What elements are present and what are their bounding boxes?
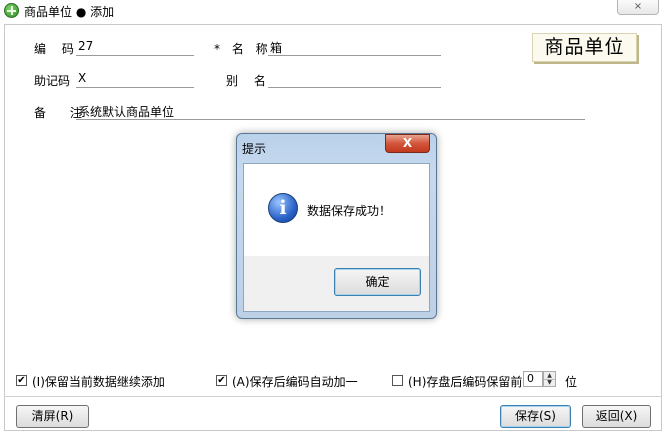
name-input[interactable] xyxy=(268,55,441,56)
code-value: 27 xyxy=(78,39,94,53)
window-title: 商品单位 ● 添加 xyxy=(24,5,115,19)
keep-data-label: (I)保留当前数据继续添加 xyxy=(32,375,165,389)
keep-data-checkbox[interactable]: ✔ xyxy=(16,375,27,386)
auto-increment-checkbox[interactable]: ✔ xyxy=(216,375,227,386)
mnemonic-value: X xyxy=(78,71,87,85)
dialog-title: 提示 xyxy=(242,142,267,156)
mnemonic-input[interactable] xyxy=(76,87,194,88)
window-close-button[interactable]: × xyxy=(617,0,659,15)
stepper-down-icon[interactable]: ▼ xyxy=(544,379,555,386)
keep-digits-input[interactable]: 0 xyxy=(523,371,543,387)
alias-input[interactable] xyxy=(268,87,441,88)
keep-digits-stepper[interactable]: ▲ ▼ xyxy=(543,371,556,387)
digits-unit-label: 位 xyxy=(565,375,578,389)
auto-increment-label: (A)保存后编码自动加一 xyxy=(232,375,358,389)
remark-input[interactable] xyxy=(76,119,585,120)
back-button[interactable]: 返回(X) xyxy=(582,405,651,428)
mnemonic-label: 助记码 xyxy=(34,74,71,88)
info-icon: i xyxy=(268,193,298,223)
dialog-ok-button[interactable]: 确定 xyxy=(334,268,421,296)
alias-label: 别 名 xyxy=(226,74,272,88)
keep-code-checkbox[interactable] xyxy=(392,375,403,386)
name-value: 箱 xyxy=(270,41,283,55)
name-label: * 名 称 xyxy=(214,42,272,56)
app-icon xyxy=(4,3,19,18)
keep-code-label: (H)存盘后编码保留前 xyxy=(408,375,523,389)
bottom-divider xyxy=(4,396,662,397)
code-input[interactable] xyxy=(76,55,194,56)
code-label: 编 码 xyxy=(34,42,80,56)
clear-button[interactable]: 清屏(R) xyxy=(16,405,89,428)
dialog-close-button[interactable]: X xyxy=(385,134,430,153)
save-button[interactable]: 保存(S) xyxy=(500,405,571,428)
logo-stamp: 商品单位 xyxy=(532,33,637,62)
remark-value: 系统默认商品单位 xyxy=(78,105,175,119)
dialog-message: 数据保存成功！ xyxy=(307,204,392,218)
